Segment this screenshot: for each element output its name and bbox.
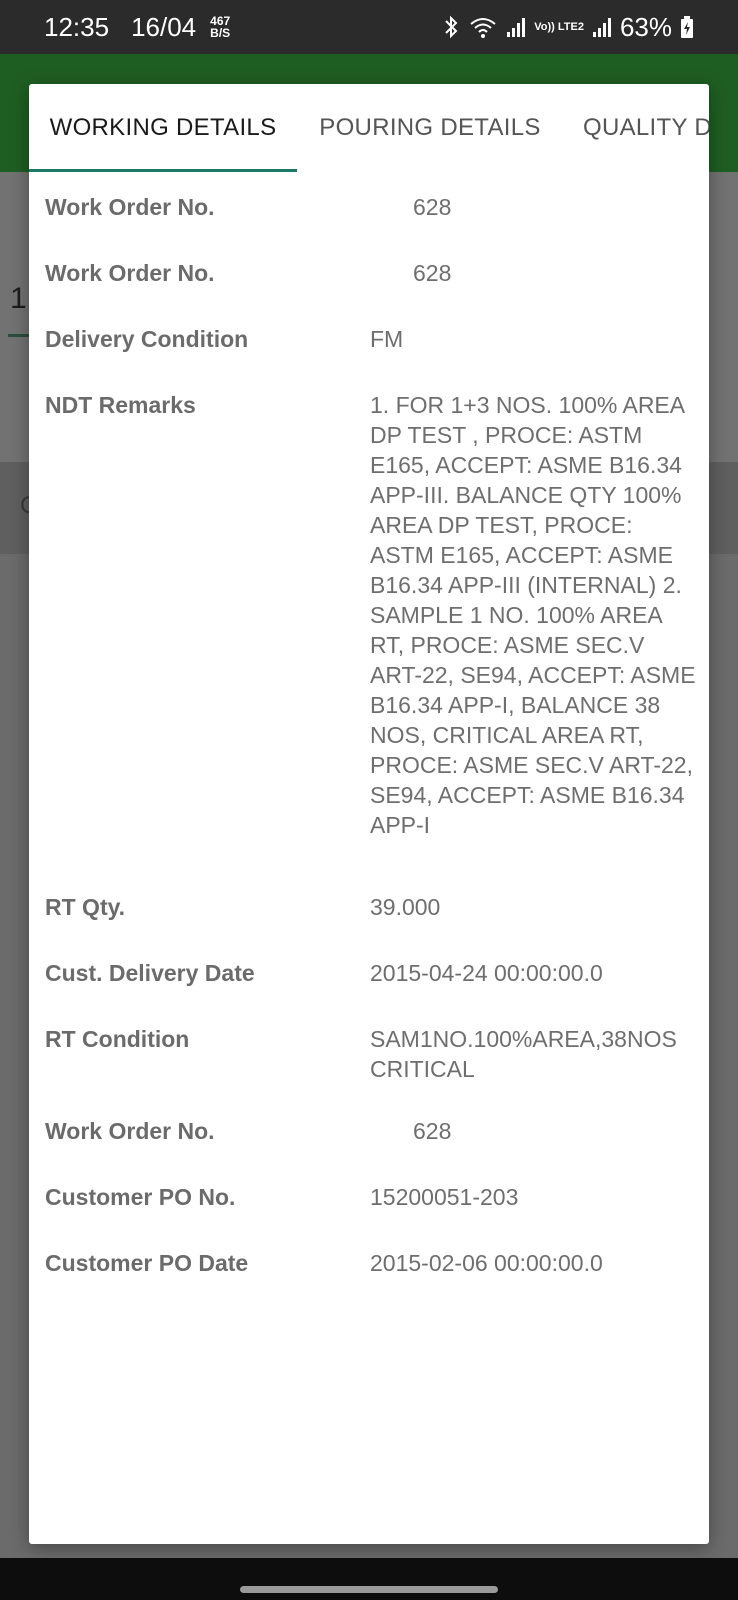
detail-value: 1. FOR 1+3 NOS. 100% AREA DP TEST , PROC… (370, 392, 696, 838)
bluetooth-icon (442, 15, 460, 39)
detail-label: Cust. Delivery Date (45, 960, 255, 986)
tab-indicator (29, 169, 297, 172)
detail-label: Work Order No. (45, 194, 215, 220)
detail-row-rt-condition: RT Condition SAM1NO.100%AREA,38NOS CRITI… (45, 1004, 709, 1096)
detail-row-ndt-remarks: NDT Remarks 1. FOR 1+3 NOS. 100% AREA DP… (45, 370, 709, 872)
detail-value: 15200051-203 (370, 1184, 519, 1210)
detail-value: 628 (413, 1118, 452, 1144)
detail-row-rt-qty: RT Qty. 39.000 (45, 872, 709, 938)
detail-row-cust-delivery-date: Cust. Delivery Date 2015-04-24 00:00:00.… (45, 938, 709, 1004)
detail-value: 39.000 (370, 894, 441, 920)
detail-label: Customer PO Date (45, 1250, 249, 1276)
detail-label: Customer PO No. (45, 1184, 236, 1210)
detail-value: SAM1NO.100%AREA,38NOS CRITICAL (370, 1026, 677, 1082)
detail-value: 628 (413, 260, 452, 286)
signal-icon (506, 16, 526, 38)
detail-value: FM (370, 326, 404, 352)
detail-row-work-order: Work Order No. 628 (45, 1096, 709, 1162)
detail-label: RT Condition (45, 1026, 190, 1052)
detail-value: 628 (413, 194, 452, 220)
tab-bar: WORKING DETAILS POURING DETAILS QUALITY … (29, 84, 709, 172)
detail-value: 2015-04-24 00:00:00.0 (370, 960, 603, 986)
details-list: Work Order No. 628 Work Order No. 628 De… (29, 172, 709, 1294)
detail-row-customer-po-date: Customer PO Date 2015-02-06 00:00:00.0 (45, 1228, 709, 1294)
detail-row-customer-po-no: Customer PO No. 15200051-203 (45, 1162, 709, 1228)
battery-charging-icon (680, 15, 694, 39)
detail-label: Delivery Condition (45, 326, 249, 352)
status-time: 12:35 (44, 11, 110, 42)
network-speed: 467 B/S (210, 15, 230, 39)
detail-label: NDT Remarks (45, 392, 196, 418)
detail-value: 2015-02-06 00:00:00.0 (370, 1250, 603, 1276)
detail-label: RT Qty. (45, 894, 126, 920)
detail-row-delivery-condition: Delivery Condition FM (45, 304, 709, 370)
detail-label: Work Order No. (45, 260, 215, 286)
tab-quality-details[interactable]: QUALITY D (563, 84, 709, 172)
wifi-icon (468, 15, 498, 39)
tab-working-details[interactable]: WORKING DETAILS (29, 84, 297, 172)
home-gesture-handle[interactable] (240, 1586, 498, 1593)
detail-row-work-order: Work Order No. 628 (45, 238, 709, 304)
tab-pouring-details[interactable]: POURING DETAILS (297, 84, 563, 172)
volte-indicator: Vo)) LTE2 (534, 20, 584, 33)
detail-row-work-order: Work Order No. 628 (45, 172, 709, 238)
navigation-bar (0, 1558, 738, 1600)
status-bar: 12:35 16/04 467 B/S Vo)) LTE2 63% (0, 0, 738, 54)
network-speed-unit: B/S (210, 26, 231, 40)
status-date: 16/04 (131, 11, 197, 42)
signal-icon-2 (592, 16, 612, 38)
battery-percent: 63% (619, 11, 672, 42)
background-field-text: 1 (10, 282, 27, 315)
details-dialog: WORKING DETAILS POURING DETAILS QUALITY … (29, 84, 709, 1544)
detail-label: Work Order No. (45, 1118, 215, 1144)
status-icons: Vo)) LTE2 63% (442, 12, 694, 43)
